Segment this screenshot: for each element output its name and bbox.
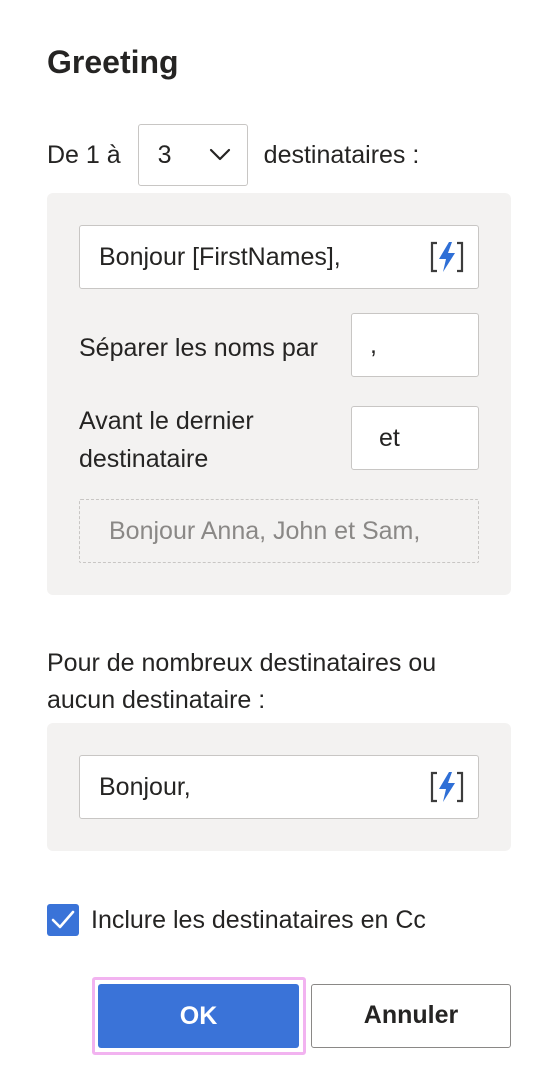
fallback-greeting-panel: Bonjour, (47, 723, 511, 851)
include-cc-checkbox[interactable] (47, 904, 79, 936)
last-separator-label-line2: destinataire (79, 445, 209, 473)
insert-field-icon[interactable] (430, 771, 464, 803)
recipient-count-value: 3 (157, 141, 172, 169)
greeting-preview: Bonjour Anna, John et Sam, (79, 499, 479, 563)
last-separator-value: et (379, 424, 400, 452)
named-greeting-panel: Bonjour [FirstNames], Séparer les noms p… (47, 193, 511, 595)
checkmark-icon (51, 910, 75, 929)
last-separator-label-line1: Avant le dernier (79, 407, 254, 435)
dialog-title: Greeting (47, 44, 179, 80)
named-greeting-value: Bonjour [FirstNames], (99, 243, 341, 271)
fallback-greeting-value: Bonjour, (99, 773, 191, 801)
separator-input[interactable]: , (351, 313, 479, 377)
cancel-button[interactable]: Annuler (311, 984, 511, 1048)
fallback-label: Pour de nombreux destinataires ou aucun … (47, 645, 517, 719)
last-separator-input[interactable]: et (351, 406, 479, 470)
range-suffix-label: destinataires : (263, 141, 420, 169)
fallback-label-line1: Pour de nombreux destinataires ou (47, 649, 437, 677)
chevron-down-icon (209, 148, 230, 161)
include-cc-label: Inclure les destinataires en Cc (91, 905, 426, 934)
insert-field-icon[interactable] (430, 241, 464, 273)
separator-value: , (370, 331, 377, 359)
fallback-greeting-input[interactable]: Bonjour, (79, 755, 479, 819)
range-prefix-label: De 1 à (47, 141, 121, 169)
separator-label: Séparer les noms par (79, 334, 319, 362)
recipient-range-row: De 1 à 3 destinataires : (47, 124, 419, 186)
ok-button[interactable]: OK (98, 984, 299, 1048)
include-cc-option[interactable]: Inclure les destinataires en Cc (47, 903, 426, 937)
fallback-label-line2: aucun destinataire : (47, 686, 266, 714)
named-greeting-input[interactable]: Bonjour [FirstNames], (79, 225, 479, 289)
recipient-count-dropdown[interactable]: 3 (137, 124, 248, 186)
greeting-preview-text: Bonjour Anna, John et Sam, (109, 517, 421, 545)
